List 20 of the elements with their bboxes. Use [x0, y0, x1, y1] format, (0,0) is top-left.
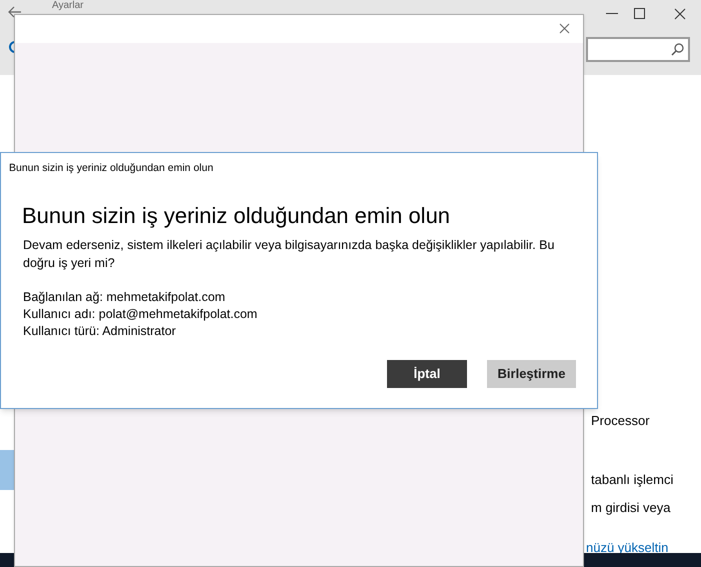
dialog-button[interactable]: Birleştirme: [487, 360, 576, 388]
setting-text: m girdisi veya: [591, 499, 670, 517]
maximize-icon[interactable]: [634, 8, 645, 19]
detail-text: Kullanıcı türü: Administrator: [23, 323, 176, 340]
minimize-icon[interactable]: [606, 13, 618, 15]
search-icon: [671, 43, 684, 56]
upgrade-link[interactable]: nüzü yükseltin: [586, 541, 668, 554]
setting-text: Processor: [591, 412, 650, 430]
search-field[interactable]: [586, 37, 690, 62]
setting-text: tabanlı işlemci: [591, 471, 674, 489]
close-icon[interactable]: [674, 8, 686, 20]
dialog-caption: Bunun sizin iş yeriniz olduğundan emin olun: [9, 161, 214, 176]
detail-text: Bağlanılan ağ: mehmetakifpolat.com: [23, 289, 226, 306]
back-arrow-icon[interactable]: [8, 6, 22, 18]
detail-text: Kullanıcı adı: polat@mehmetakifpolat.com: [23, 306, 258, 323]
close-icon[interactable]: [559, 23, 570, 34]
dialog-button[interactable]: İptal: [387, 360, 467, 388]
window-title: Ayarlar: [52, 1, 84, 11]
dialog-heading: Bunun sizin iş yeriniz olduğundan emin olun: [22, 202, 450, 230]
dialog-message: Devam ederseniz, sistem ilkeleri açılabilir veya bilgisayarınızda başka değişiklikler yapılabilir. Bu doğru iş yeri mi?: [23, 237, 556, 272]
